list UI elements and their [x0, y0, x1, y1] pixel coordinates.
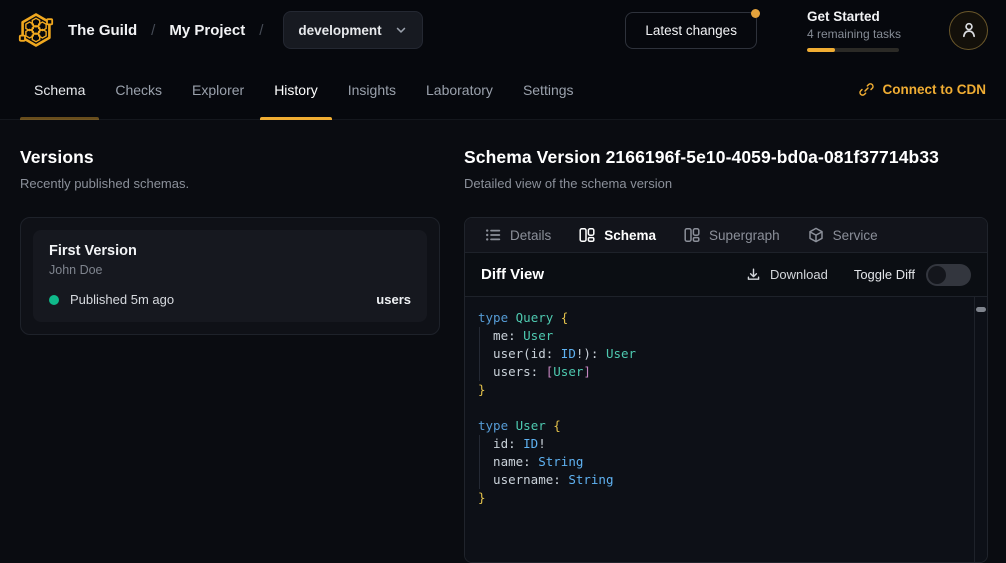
schema-code-block: type Query { me: User user(id: ID!): Use…	[465, 297, 987, 563]
tab-label: Schema	[34, 82, 85, 98]
get-started-title: Get Started	[807, 9, 901, 24]
code-line: users: [User]	[478, 363, 961, 381]
schema-version-title: Schema Version 2166196f-5e10-4059-bd0a-0…	[464, 147, 988, 168]
download-icon	[746, 267, 761, 282]
tab-label: Laboratory	[426, 82, 493, 98]
published-status-text: Published 5m ago	[70, 292, 174, 307]
breadcrumb: The Guild / My Project /	[68, 22, 277, 39]
diff-view-actions: Download Toggle Diff	[746, 264, 971, 286]
latest-changes-label: Latest changes	[645, 23, 737, 38]
versions-subtitle: Recently published schemas.	[20, 176, 440, 191]
tab-label: Settings	[523, 82, 574, 98]
detail-tab-label: Schema	[604, 228, 656, 243]
primary-tabs: Schema Checks Explorer History Insights Labor…	[20, 60, 588, 119]
code-line: me: User	[478, 327, 961, 345]
code-scrollbar-thumb[interactable]	[976, 307, 986, 312]
primary-nav: Schema Checks Explorer History Insights Labor…	[0, 60, 1006, 120]
breadcrumb-project[interactable]: My Project	[169, 22, 245, 39]
breadcrumb-separator: /	[259, 22, 263, 39]
tab-history[interactable]: History	[260, 60, 332, 119]
get-started-widget[interactable]: Get Started 4 remaining tasks	[807, 9, 901, 52]
get-started-progress-fill	[807, 48, 835, 52]
get-started-subtitle: 4 remaining tasks	[807, 27, 901, 41]
code-line: name: String	[478, 453, 961, 471]
tab-explorer[interactable]: Explorer	[178, 60, 258, 119]
download-label: Download	[770, 267, 828, 282]
diff-view-title: Diff View	[481, 266, 544, 283]
version-list-item[interactable]: First Version John Doe Published 5m ago …	[33, 230, 427, 322]
toggle-knob	[928, 266, 946, 284]
breadcrumb-org[interactable]: The Guild	[68, 22, 137, 39]
diff-toggle-switch[interactable]	[926, 264, 971, 286]
breadcrumb-separator: /	[151, 22, 155, 39]
detail-tabs: Details Schema Supergraph Service	[465, 218, 987, 253]
schema-version-subtitle: Detailed view of the schema version	[464, 176, 988, 191]
tab-label: Checks	[115, 82, 162, 98]
target-selector-value: development	[298, 23, 381, 38]
chevron-down-icon	[394, 23, 408, 37]
versions-title: Versions	[20, 147, 440, 168]
tab-label: Explorer	[192, 82, 244, 98]
version-name: First Version	[49, 243, 411, 259]
version-author: John Doe	[49, 263, 411, 277]
target-selector-dropdown[interactable]: development	[283, 11, 422, 49]
versions-column: Versions Recently published schemas. Fir…	[0, 120, 464, 563]
main-content: Versions Recently published schemas. Fir…	[0, 120, 1006, 563]
notification-dot	[751, 9, 760, 18]
diff-view-header: Diff View Download Toggle Diff	[465, 253, 987, 297]
code-line: }	[478, 489, 961, 507]
columns-icon	[579, 227, 595, 243]
code-lines: type Query { me: User user(id: ID!): Use…	[478, 309, 961, 507]
connect-to-cdn-label: Connect to CDN	[883, 82, 987, 97]
versions-card: First Version John Doe Published 5m ago …	[20, 217, 440, 335]
connect-to-cdn-link[interactable]: Connect to CDN	[859, 60, 987, 119]
detail-tab-supergraph[interactable]: Supergraph	[684, 227, 780, 243]
tab-schema[interactable]: Schema	[20, 60, 99, 119]
detail-tab-label: Details	[510, 228, 551, 243]
columns-icon	[684, 227, 700, 243]
tab-label: History	[274, 82, 318, 98]
code-line: user(id: ID!): User	[478, 345, 961, 363]
top-bar: The Guild / My Project / development Lat…	[0, 0, 1006, 60]
detail-tab-label: Service	[833, 228, 878, 243]
code-line: id: ID!	[478, 435, 961, 453]
toggle-diff-control: Toggle Diff	[854, 264, 971, 286]
link-icon	[859, 82, 874, 97]
hive-logo-icon[interactable]	[18, 12, 54, 48]
version-detail-panel: Details Schema Supergraph Service Diff View…	[464, 217, 988, 563]
code-line	[478, 399, 961, 417]
version-detail-column: Schema Version 2166196f-5e10-4059-bd0a-0…	[464, 120, 1006, 563]
tab-insights[interactable]: Insights	[334, 60, 410, 119]
published-status-dot	[49, 295, 59, 305]
detail-tab-schema[interactable]: Schema	[579, 227, 656, 243]
detail-tab-label: Supergraph	[709, 228, 780, 243]
service-name-badge: users	[376, 292, 411, 307]
code-line: }	[478, 381, 961, 399]
version-status-row: Published 5m ago users	[49, 292, 411, 307]
toggle-diff-label: Toggle Diff	[854, 267, 915, 282]
tab-label: Insights	[348, 82, 396, 98]
list-icon	[485, 227, 501, 243]
code-scrollbar-track[interactable]	[974, 297, 987, 563]
get-started-progress-track	[807, 48, 899, 52]
tab-laboratory[interactable]: Laboratory	[412, 60, 507, 119]
detail-tab-details[interactable]: Details	[485, 227, 551, 243]
download-button[interactable]: Download	[746, 267, 828, 282]
code-line: username: String	[478, 471, 961, 489]
latest-changes-button[interactable]: Latest changes	[625, 12, 757, 49]
code-line: type User {	[478, 417, 961, 435]
tab-checks[interactable]: Checks	[101, 60, 176, 119]
person-icon	[960, 21, 978, 39]
user-avatar-button[interactable]	[949, 11, 988, 50]
code-line: type Query {	[478, 309, 961, 327]
cube-icon	[808, 227, 824, 243]
tab-settings[interactable]: Settings	[509, 60, 588, 119]
detail-tab-service[interactable]: Service	[808, 227, 878, 243]
